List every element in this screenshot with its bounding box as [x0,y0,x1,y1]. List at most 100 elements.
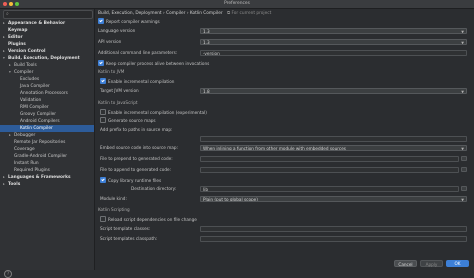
sidebar-item-label: Remote Jar Repositories [14,140,66,145]
folder-icon[interactable] [461,156,467,161]
prefix-paths-input[interactable] [200,136,467,142]
sidebar-item-annotation-processors[interactable]: Annotation Processors [0,90,94,97]
language-version-value: 1.3 [203,29,210,34]
sidebar-item-compiler[interactable]: ▾ Compiler [0,69,94,76]
sidebar-item-label: Java Compiler [20,84,50,89]
prepend-file-label: File to prepend to generated code: [100,156,173,161]
sidebar-item-label: Instant Run [14,161,39,166]
reload-deps-label: Reload script dependencies on file chang… [108,217,197,222]
sidebar-item-kotlin-compiler[interactable]: Kotlin Compiler [0,125,94,132]
sidebar-item-rmi-compiler[interactable]: RMI Compiler [0,104,94,111]
reload-deps-checkbox[interactable]: Reload script dependencies on file chang… [100,216,197,223]
settings-content: Build, Execution, Deployment › Compiler … [95,9,474,270]
sidebar-item-coverage[interactable]: Coverage [0,146,94,153]
prepend-file-input[interactable] [200,156,459,162]
caret-down-icon: ▼ [461,30,464,34]
checkbox-box[interactable] [98,18,104,24]
sidebar-item-validation[interactable]: Validation [0,97,94,104]
sidebar-item-instant-run[interactable]: Instant Run [0,160,94,167]
breadcrumb-separator: › [186,11,189,16]
sidebar-item-build-tools[interactable]: ▸ Build Tools [0,62,94,69]
incremental-jvm-checkbox[interactable]: Enable incremental compilation [100,78,174,85]
sidebar-item-debugger[interactable]: ▸ Debugger [0,132,94,139]
dialog-buttons: Cancel Apply OK [95,258,474,270]
jvm-section-title: Kotlin to JVM [98,69,125,74]
breadcrumb-part: Build, Execution, Deployment [98,11,162,16]
target-jvm-select[interactable]: 1.8 ▼ [200,88,467,94]
template-classpath-input[interactable] [200,236,467,242]
sidebar-item-label: Validation [20,98,42,103]
sidebar-item-appearance-behavior[interactable]: ▸ Appearance & Behavior [0,20,94,27]
report-warnings-checkbox[interactable]: Report compiler warnings [98,18,160,25]
sidebar-item-label: Languages & Frameworks [8,175,71,180]
sidebar-item-label: Kotlin Compiler [20,126,53,131]
sidebar-item-label: Build Tools [14,63,37,68]
breadcrumb: Build, Execution, Deployment › Compiler … [98,10,271,17]
sidebar-item-android-compilers[interactable]: Android Compilers [0,118,94,125]
checkbox-box[interactable] [98,60,104,66]
prefix-paths-label: Add prefix to paths in source map: [100,127,173,132]
module-kind-label: Module kind: [100,196,127,201]
sidebar-item-label: Groovy Compiler [20,112,57,117]
language-version-label: Language version [98,28,136,33]
help-icon[interactable]: ? [4,270,12,278]
keep-alive-checkbox[interactable]: Keep compiler process alive between invo… [98,60,209,67]
template-classes-input[interactable] [200,226,467,232]
sidebar-item-excludes[interactable]: Excludes [0,76,94,83]
api-version-select[interactable]: 1.3 ▼ [200,39,467,45]
append-file-input[interactable] [200,167,459,173]
copy-runtime-checkbox[interactable]: Copy library runtime files [100,177,161,184]
checkbox-box[interactable] [100,177,106,183]
embed-sources-select[interactable]: When inlining a function from other modu… [200,145,467,151]
folder-icon[interactable] [461,167,467,172]
sidebar-item-editor[interactable]: ▸ Editor [0,34,94,41]
checkbox-box[interactable] [100,109,106,115]
sidebar-item-keymap[interactable]: Keymap [0,27,94,34]
folder-icon[interactable] [461,186,467,191]
sidebar-item-build-execution-deployment[interactable]: ▾ Build, Execution, Deployment [0,55,94,62]
ok-button[interactable]: OK [446,260,469,267]
target-jvm-label: Target JVM version [100,88,139,93]
checkbox-box[interactable] [100,216,106,222]
breadcrumb-separator: › [163,11,165,16]
sidebar-item-label: Coverage [14,147,35,152]
additional-args-label: Additional command line parameters: [98,50,178,55]
sidebar-item-required-plugins[interactable]: Required Plugins [0,167,94,174]
sidebar-item-languages-frameworks[interactable]: ▸ Languages & Frameworks [0,174,94,181]
cancel-button[interactable]: Cancel [394,260,417,267]
sidebar-item-plugins[interactable]: Plugins [0,41,94,48]
sidebar-item-label: Build, Execution, Deployment [8,56,80,61]
checkbox-box[interactable] [100,78,106,84]
apply-button[interactable]: Apply [420,260,443,267]
project-scope-note: For current project [231,11,272,16]
source-maps-checkbox[interactable]: Generate source maps [100,117,156,124]
destination-label: Destination directory: [131,186,177,191]
copy-runtime-label: Copy library runtime files [108,178,162,183]
sidebar-item-tools[interactable]: ▸ Tools [0,181,94,188]
scripting-section-title: Kotlin Scripting [98,207,130,212]
additional-args-input[interactable]: -version [200,50,467,56]
sidebar-item-label: Debugger [14,133,36,138]
sidebar-item-groovy-compiler[interactable]: Groovy Compiler [0,111,94,118]
source-maps-label: Generate source maps [108,118,156,123]
sidebar-item-label: Version Control [8,49,46,54]
incremental-js-label: Enable incremental compilation (experime… [108,110,207,115]
incremental-js-checkbox[interactable]: Enable incremental compilation (experime… [100,109,207,116]
caret-down-icon: ▼ [461,198,464,202]
sidebar-item-version-control[interactable]: ▸ Version Control [0,48,94,55]
sidebar-item-label: Editor [8,35,23,40]
breadcrumb-note: ⧉ For current project [227,11,272,16]
report-warnings-label: Report compiler warnings [106,19,160,24]
caret-down-icon: ▼ [461,90,464,94]
destination-input[interactable]: lib [200,186,459,192]
sidebar-item-label: Excludes [20,77,40,82]
module-kind-select[interactable]: Plain (put to global scope) ▼ [200,196,467,202]
sidebar-item-gradle-android-compiler[interactable]: Gradle-Android Compiler [0,153,94,160]
sidebar-item-java-compiler[interactable]: Java Compiler [0,83,94,90]
sidebar-item-label: Tools [8,182,21,187]
settings-search-input[interactable]: ⌕ [3,10,93,19]
checkbox-box[interactable] [100,117,106,123]
sidebar-item-remote-jar-repositories[interactable]: Remote Jar Repositories [0,139,94,146]
language-version-select[interactable]: 1.3 ▼ [200,28,467,34]
sidebar-item-label: Annotation Processors [20,91,68,96]
